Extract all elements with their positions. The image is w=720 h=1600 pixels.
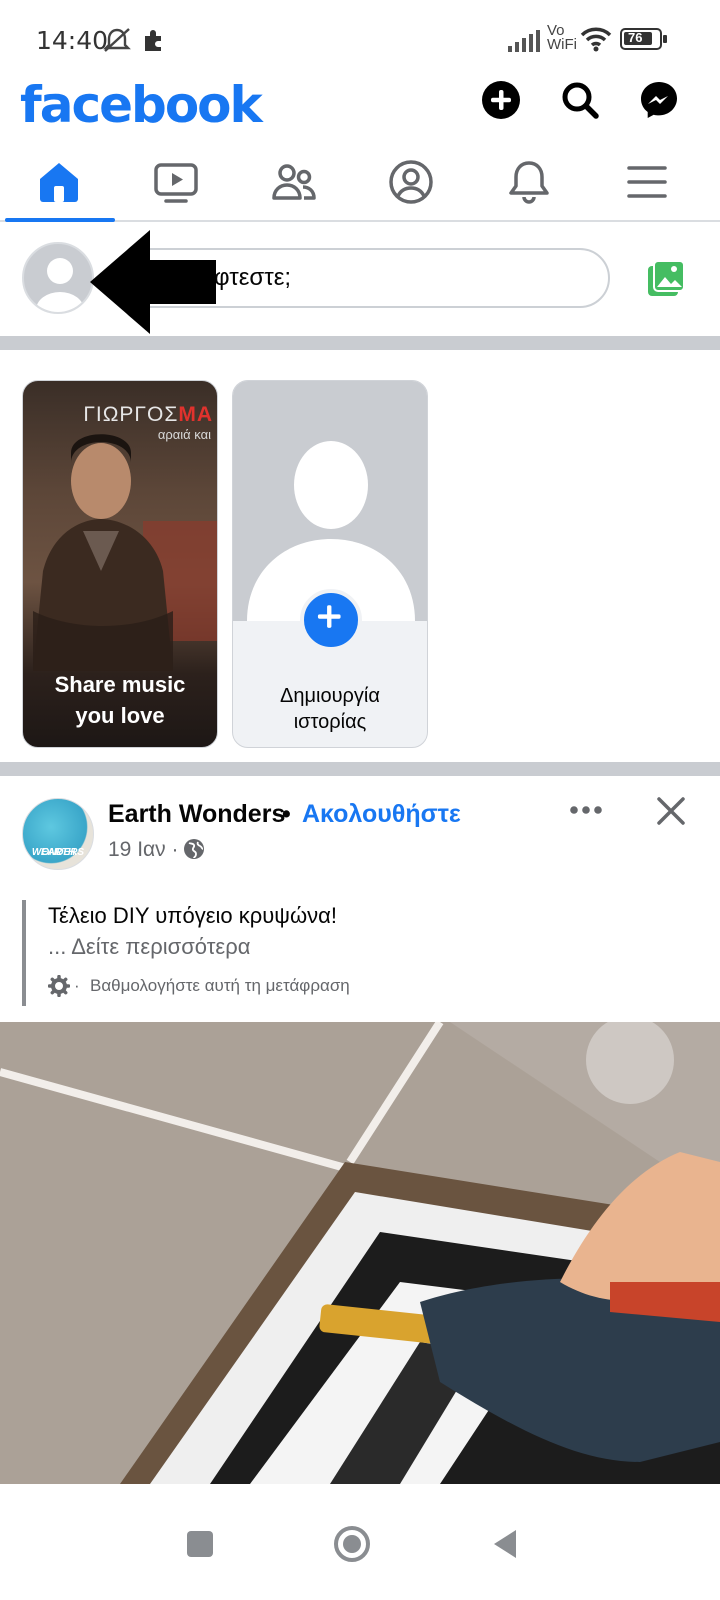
post-video-image[interactable] (0, 1022, 720, 1484)
story-caption-line2: you love (75, 703, 165, 728)
active-tab-indicator (5, 218, 115, 222)
default-avatar-icon (247, 441, 415, 621)
messenger-icon[interactable] (639, 80, 679, 120)
notifications-bell-icon[interactable] (505, 158, 553, 206)
hide-post-close-icon[interactable] (656, 796, 686, 826)
add-story-plus-icon[interactable] (300, 589, 362, 651)
mute-icon (103, 28, 131, 52)
battery-percent: 76 (628, 30, 643, 45)
battery-icon: 76 (620, 28, 667, 50)
more-options-icon[interactable] (568, 800, 604, 820)
create-story-caption-line2: ιστορίας (293, 711, 367, 733)
create-story-caption-line1: Δημιουργία (280, 685, 380, 707)
menu-icon[interactable] (623, 158, 671, 206)
post-header: EARTH WONDERS Earth Wonders • Ακολουθήστε… (0, 778, 720, 878)
back-icon[interactable] (486, 1524, 526, 1564)
see-more-link[interactable]: ... Δείτε περισσότερα (48, 932, 702, 962)
gear-icon (48, 975, 70, 997)
home-button-icon[interactable] (332, 1524, 372, 1564)
status-bar: 14:40 Vo WiFi 76 (0, 0, 720, 78)
page-name[interactable]: Earth Wonders (108, 800, 285, 829)
android-navigation-bar (0, 1484, 720, 1600)
post-text: Τέλειο DIY υπόγειο κρυψώνα! (48, 903, 337, 928)
artist-name-part: ΓΙΩΡΓΟΣ (83, 403, 179, 426)
avatar-text-2: WONDERS (31, 847, 85, 858)
friends-icon[interactable] (270, 158, 318, 206)
home-icon[interactable] (35, 158, 83, 206)
rate-translation-link[interactable]: · Βαθμολογήστε αυτή τη μετάφραση (48, 975, 702, 997)
search-icon[interactable] (560, 80, 600, 120)
create-plus-icon[interactable] (481, 80, 521, 120)
create-story-avatar (233, 381, 427, 621)
bullet: · (74, 976, 80, 995)
artist-name-highlight: ΜΑ (178, 403, 213, 426)
name-separator: • (282, 800, 291, 828)
facebook-logo[interactable]: facebook (20, 76, 263, 134)
story-share-music[interactable]: ΓΙΩΡΓΟΣΜΑ αραιά και Share music you love (22, 380, 218, 748)
stories-tray: ΓΙΩΡΓΟΣΜΑ αραιά και Share music you love… (0, 350, 720, 778)
recent-apps-icon[interactable] (180, 1524, 220, 1564)
user-avatar[interactable] (22, 242, 94, 314)
signal-icon (508, 30, 540, 52)
story-artist-name: ΓΙΩΡΓΟΣΜΑ (83, 403, 213, 427)
diy-drill-photo (0, 1022, 720, 1484)
black-arrow-overlay-icon (90, 230, 216, 334)
rate-translation-text: Βαθμολογήστε αυτή τη μετάφραση (90, 976, 350, 995)
vowifi-bottom-label: WiFi (547, 36, 577, 53)
wifi-icon (580, 27, 612, 52)
post-text-block: Τέλειο DIY υπόγειο κρυψώνα! ... Δείτε πε… (22, 900, 702, 1006)
extension-icon (145, 30, 161, 51)
status-time: 14:40 (36, 26, 109, 55)
video-icon[interactable] (152, 158, 200, 206)
photo-gallery-icon[interactable] (646, 260, 686, 298)
post-date[interactable]: 19 Ιαν · (108, 838, 179, 862)
app-header: facebook (0, 76, 720, 140)
default-avatar-icon (36, 258, 84, 312)
create-story-card[interactable]: Δημιουργία ιστορίας (232, 380, 428, 748)
page-avatar[interactable]: EARTH WONDERS (22, 798, 94, 870)
post-composer: φτεστε; (0, 224, 720, 336)
main-tabs (0, 150, 720, 222)
profile-icon[interactable] (387, 158, 435, 206)
section-divider (0, 762, 720, 776)
story-artist-subtitle: αραιά και (157, 427, 211, 442)
section-divider (0, 336, 720, 350)
story-caption-line1: Share music (54, 672, 186, 697)
globe-icon (184, 839, 204, 859)
follow-button[interactable]: Ακολουθήστε (302, 800, 461, 829)
vowifi-indicator: Vo WiFi (547, 23, 577, 53)
create-story-caption: Δημιουργία ιστορίας (233, 683, 427, 735)
story-caption: Share music you love (23, 669, 217, 731)
